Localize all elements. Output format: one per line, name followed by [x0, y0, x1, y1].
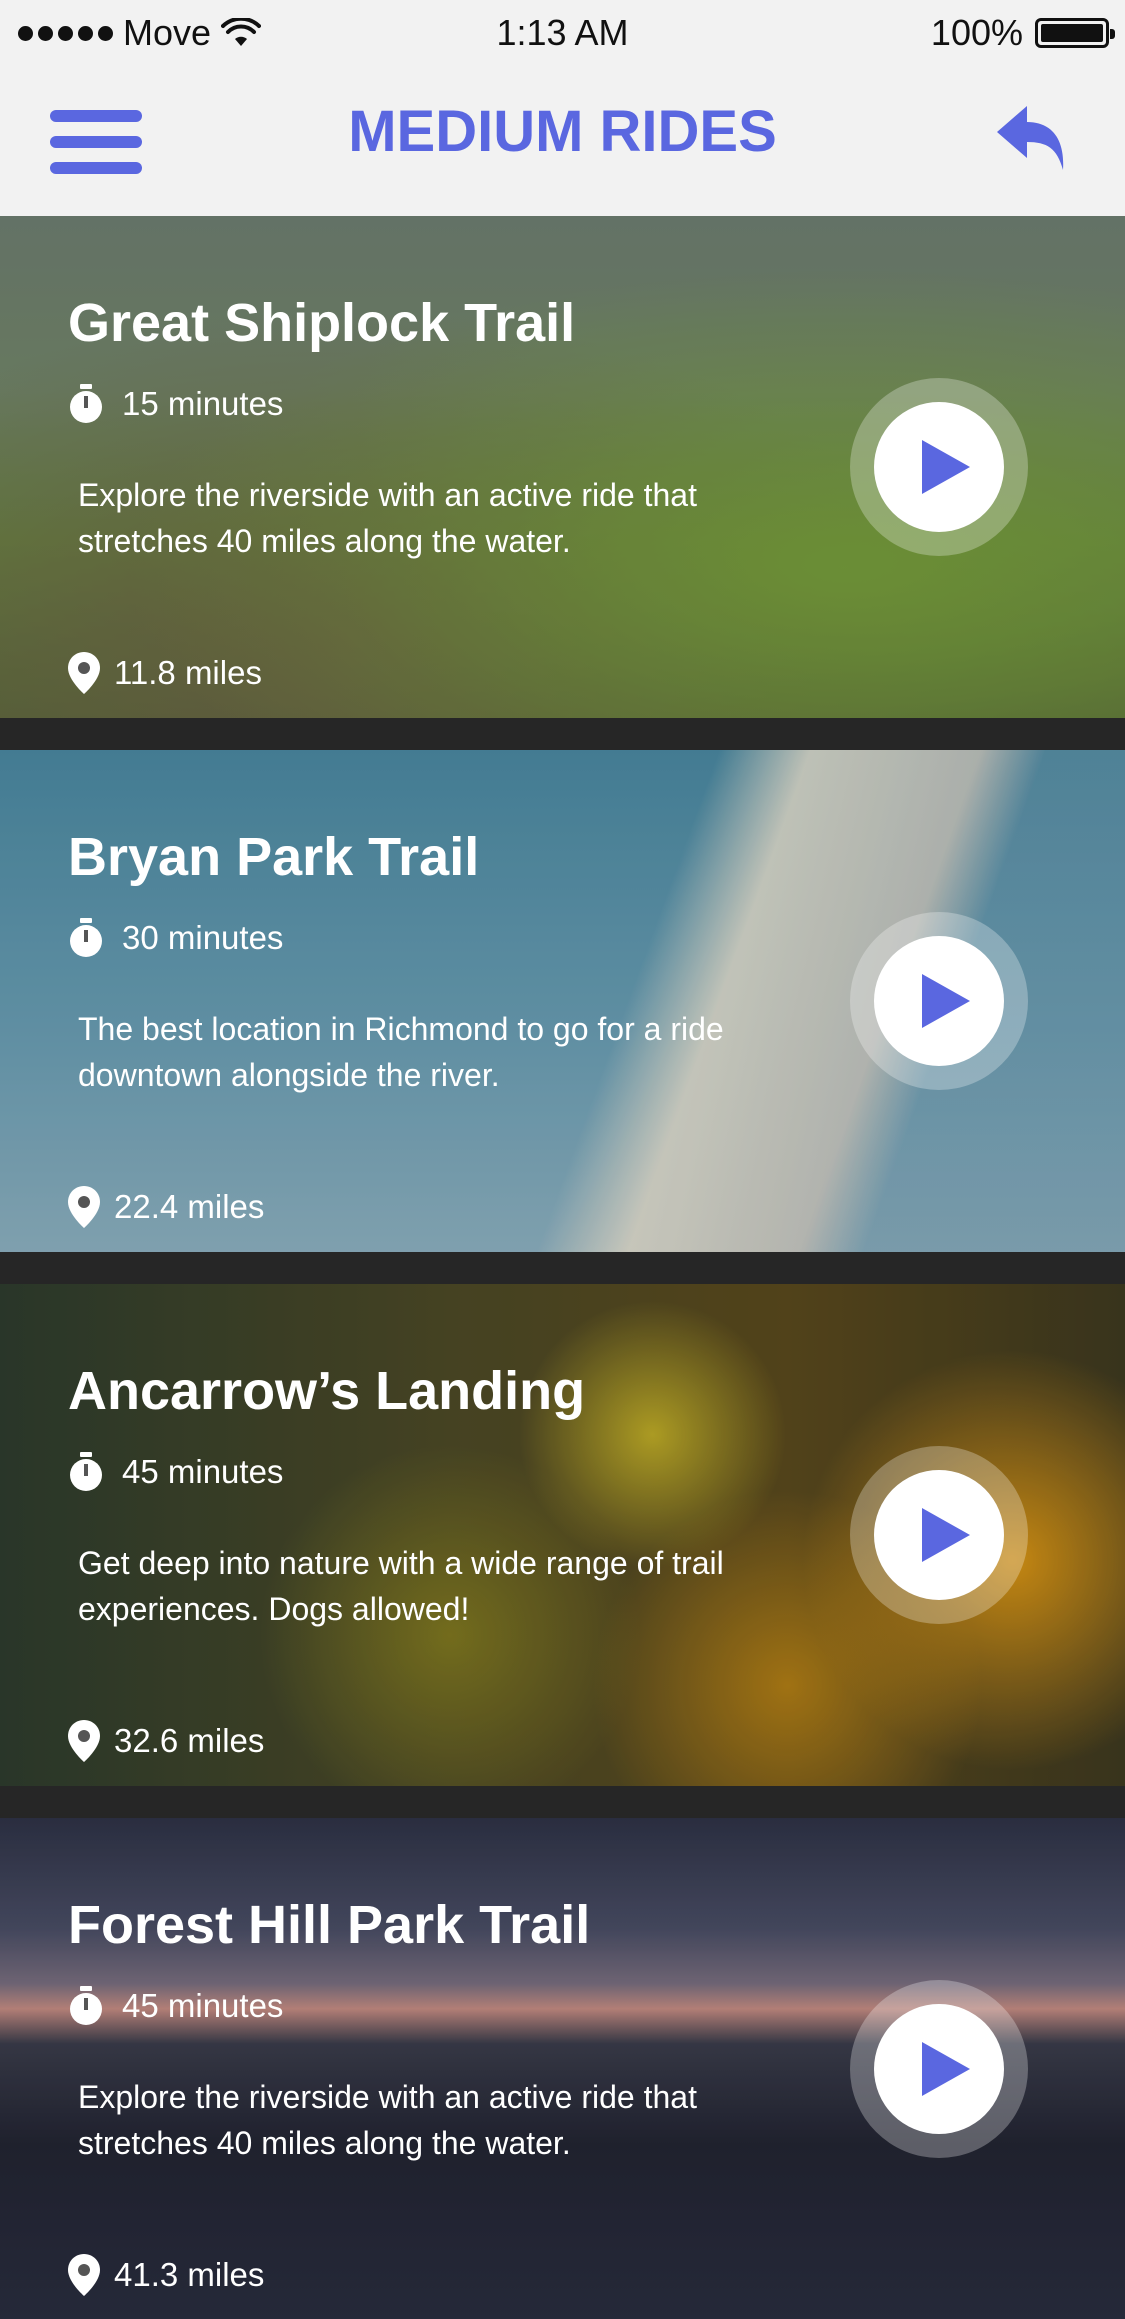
reply-back-icon[interactable]: [993, 102, 1067, 174]
ride-duration: 45 minutes: [68, 1986, 283, 2026]
ride-distance-text: 11.8 miles: [114, 654, 262, 691]
ride-distance-text: 22.4 miles: [114, 1188, 265, 1225]
ride-description: Explore the riverside with an active rid…: [78, 477, 697, 559]
ride-distance: 32.6 miles: [68, 1720, 264, 1762]
play-button[interactable]: [850, 1980, 1028, 2158]
play-button[interactable]: [850, 1446, 1028, 1624]
stopwatch-icon: [70, 384, 102, 423]
ride-title: Bryan Park Trail: [68, 827, 480, 887]
play-button[interactable]: [850, 378, 1028, 556]
stopwatch-icon: [70, 1452, 102, 1491]
page-title: MEDIUM RIDES: [348, 99, 777, 164]
play-button[interactable]: [850, 912, 1028, 1090]
battery-percent: 100%: [930, 12, 1023, 53]
ride-card[interactable]: Bryan Park Trail 30 minutes The best loc…: [0, 750, 1125, 1252]
play-icon: [922, 440, 970, 494]
ride-distance-text: 32.6 miles: [114, 1722, 265, 1759]
ride-distance: 41.3 miles: [68, 2254, 264, 2296]
ride-description: The best location in Richmond to go for …: [78, 1011, 724, 1093]
battery-group: 100%: [930, 12, 1115, 54]
ride-title: Great Shiplock Trail: [68, 293, 576, 353]
play-icon: [922, 2042, 970, 2096]
stopwatch-icon: [70, 918, 102, 957]
ride-duration: 45 minutes: [68, 1452, 283, 1492]
ride-card[interactable]: Great Shiplock Trail 15 minutes Explore …: [0, 216, 1125, 718]
ride-distance: 11.8 miles: [68, 652, 262, 694]
ride-duration-text: 30 minutes: [122, 919, 284, 956]
ride-duration: 30 minutes: [68, 918, 283, 958]
stopwatch-icon: [70, 1986, 102, 2025]
ride-duration-text: 45 minutes: [122, 1453, 284, 1490]
ride-duration-text: 15 minutes: [122, 385, 284, 422]
nav-bar: MEDIUM RIDES: [0, 66, 1125, 216]
location-pin-icon: [68, 652, 100, 694]
ride-card[interactable]: Ancarrow’s Landing 45 minutes Get deep i…: [0, 1284, 1125, 1786]
ride-distance-text: 41.3 miles: [114, 2256, 265, 2293]
location-pin-icon: [68, 2254, 100, 2296]
location-pin-icon: [68, 1186, 100, 1228]
play-icon: [922, 1508, 970, 1562]
ride-description: Explore the riverside with an active rid…: [78, 2079, 697, 2161]
ride-distance: 22.4 miles: [68, 1186, 264, 1228]
ride-description: Get deep into nature with a wide range o…: [78, 1545, 724, 1627]
ride-duration-text: 45 minutes: [122, 1987, 284, 2024]
status-bar: Move 1:13 AM 100%: [0, 0, 1125, 66]
ride-title: Ancarrow’s Landing: [68, 1361, 586, 1421]
ride-card[interactable]: Forest Hill Park Trail 45 minutes Explor…: [0, 1818, 1125, 2319]
ride-title: Forest Hill Park Trail: [68, 1895, 591, 1955]
location-pin-icon: [68, 1720, 100, 1762]
battery-icon: [1035, 18, 1115, 48]
ride-duration: 15 minutes: [68, 384, 283, 424]
play-icon: [922, 974, 970, 1028]
